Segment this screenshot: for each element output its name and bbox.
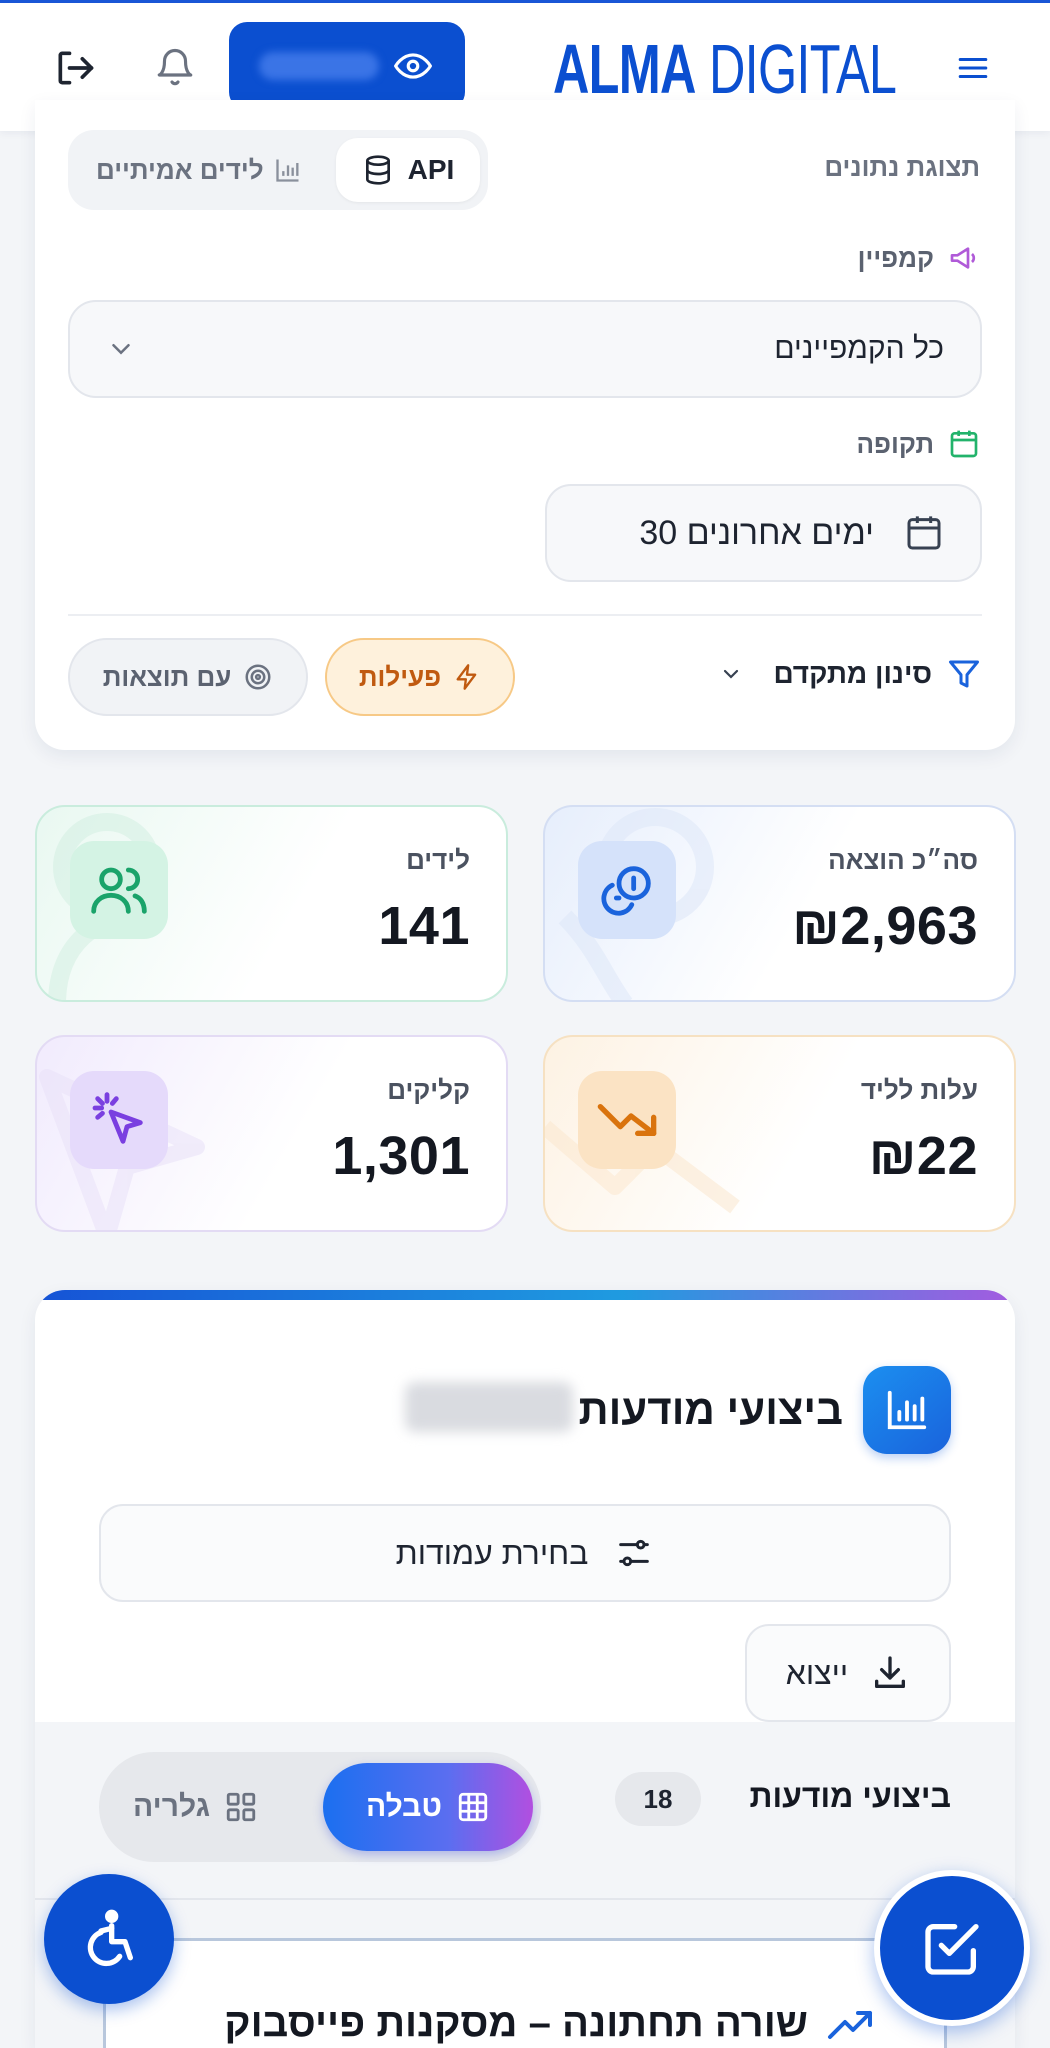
data-view-label: תצוגת נתונים — [824, 152, 980, 182]
campaign-select[interactable]: כל הקמפיינים — [68, 300, 982, 398]
chevron-down-icon — [724, 669, 739, 679]
users-icon — [70, 841, 168, 939]
menu-icon[interactable] — [948, 43, 998, 93]
cursor-click-icon — [70, 1071, 168, 1169]
chip-active[interactable]: פעילות — [325, 638, 515, 716]
bar-chart-icon — [275, 159, 299, 182]
calendar-icon — [907, 516, 941, 550]
accessibility-button[interactable] — [44, 1874, 174, 2004]
chip-with-results[interactable]: עם תוצאות — [68, 638, 308, 716]
insights-title: שורה תחתונה – מסקנות פייסבוק — [224, 2001, 808, 2045]
blurred-account-name — [405, 1382, 573, 1432]
logout-icon[interactable] — [50, 43, 100, 93]
chevron-down-icon — [112, 344, 130, 355]
count-badge: 18 — [615, 1772, 701, 1826]
brand-logo[interactable]: ALMA DIGITAL — [553, 31, 897, 107]
stat-label: קליקים — [387, 1075, 470, 1105]
choose-columns-button[interactable]: בחירת עמודות — [99, 1504, 951, 1602]
export-button[interactable]: ייצוא — [745, 1624, 951, 1722]
blurred-account-name — [259, 52, 379, 80]
divider — [68, 614, 982, 616]
ads-list-title: ביצועי מודעות — [749, 1778, 951, 1814]
view-table-button[interactable]: טבלה — [323, 1763, 533, 1851]
filter-icon — [949, 660, 979, 688]
megaphone-icon — [950, 247, 976, 269]
period-label: תקופה — [856, 428, 980, 460]
eye-icon — [391, 47, 435, 85]
stat-value: ₪22 — [868, 1126, 978, 1186]
grid-icon — [226, 1792, 256, 1822]
data-source-api-option[interactable]: API — [336, 138, 480, 202]
stat-card-total-spend: סה״כ הוצאה ₪2,963 — [543, 805, 1016, 1002]
target-icon — [245, 664, 271, 690]
stat-value: ₪2,963 — [792, 896, 978, 956]
campaign-label: קמפיין — [858, 242, 980, 274]
trending-down-icon — [578, 1071, 676, 1169]
view-toggle: טבלה גלריה — [99, 1752, 541, 1862]
coins-icon — [578, 841, 676, 939]
period-select[interactable]: 30 ימים אחרונים — [545, 484, 982, 582]
lightning-icon — [456, 664, 477, 690]
data-source-toggle: API לידים אמיתיים — [68, 130, 488, 210]
ads-performance-card: ביצועי מודעות בחירת עמודות ייצוא ביצועי … — [35, 1290, 1015, 2048]
bell-icon[interactable] — [150, 43, 200, 93]
bar-chart-icon — [863, 1366, 951, 1454]
section-title: ביצועי מודעות — [578, 1386, 843, 1433]
stat-value: 141 — [378, 896, 470, 956]
stat-value: 1,301 — [332, 1126, 470, 1186]
sliders-icon — [619, 1539, 650, 1567]
stat-card-clicks: קליקים 1,301 — [35, 1035, 508, 1232]
card-gradient-bar — [35, 1290, 1015, 1300]
filters-card: תצוגת נתונים API לידים אמיתיים קמפיין כל… — [35, 100, 1015, 750]
task-check-icon — [925, 1924, 979, 1975]
table-icon — [458, 1792, 488, 1822]
stat-label: לידים — [406, 845, 470, 875]
accessibility-icon — [87, 1909, 133, 1967]
stat-card-cost-per-lead: עלות לליד ₪22 — [543, 1035, 1016, 1232]
insights-card: שורה תחתונה – מסקנות פייסבוק — [103, 1938, 947, 2048]
task-button[interactable] — [874, 1870, 1030, 2026]
data-source-real-leads-option[interactable]: לידים אמיתיים — [96, 130, 302, 210]
view-gallery-button[interactable]: גלריה — [133, 1752, 258, 1862]
stat-label: סה״כ הוצאה — [828, 845, 978, 875]
database-icon — [365, 155, 390, 185]
divider — [35, 1898, 1015, 1900]
ads-list-area: ביצועי מודעות 18 טבלה גלריה שורה תחתונה … — [35, 1722, 1015, 2048]
stat-label: עלות לליד — [860, 1075, 978, 1105]
advanced-filter-toggle[interactable]: סינון מתקדם — [719, 656, 982, 692]
calendar-icon — [950, 430, 978, 458]
account-visibility-button[interactable] — [229, 22, 465, 110]
stat-card-leads: לידים 141 — [35, 805, 508, 1002]
download-icon — [875, 1656, 906, 1688]
trending-up-icon — [826, 2003, 874, 2048]
